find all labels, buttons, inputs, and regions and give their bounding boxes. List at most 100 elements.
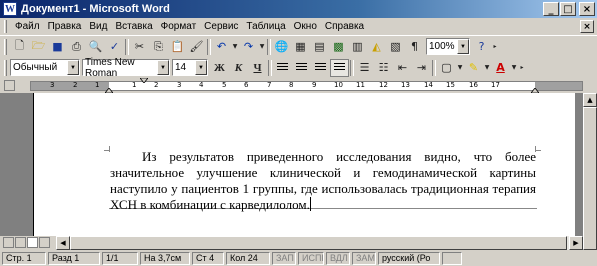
- menu-insert[interactable]: Вставка: [111, 19, 156, 34]
- insert-excel-icon[interactable]: ▩: [329, 38, 348, 56]
- help-icon[interactable]: ?: [472, 38, 491, 56]
- menu-window[interactable]: Окно: [290, 19, 321, 34]
- undo-icon[interactable]: ↶: [212, 38, 231, 56]
- menu-grip[interactable]: [4, 20, 7, 33]
- document-text[interactable]: Из результатов приведенного исследования…: [110, 149, 536, 213]
- minimize-button[interactable]: _: [543, 2, 559, 16]
- horizontal-scrollbar[interactable]: ◀ ▶: [56, 236, 583, 250]
- drawing-icon[interactable]: ◭: [367, 38, 386, 56]
- normal-view-icon[interactable]: [3, 237, 14, 248]
- new-document-icon[interactable]: 🗋: [10, 38, 29, 56]
- toolbar-grip[interactable]: [4, 38, 7, 55]
- ruler-number: 1: [132, 81, 137, 89]
- menu-table[interactable]: Таблица: [242, 19, 289, 34]
- align-center-icon[interactable]: [292, 59, 311, 77]
- increase-indent-icon[interactable]: ⇥: [412, 59, 431, 77]
- close-button[interactable]: ×: [579, 2, 595, 16]
- status-position: На 3,7см: [140, 252, 190, 265]
- ruler-number: 15: [446, 81, 455, 89]
- ruler-number: 6: [244, 81, 249, 89]
- font-color-icon[interactable]: А: [491, 59, 510, 77]
- horizontal-scroll-thumb[interactable]: [70, 236, 567, 250]
- window-title: Документ1 - Microsoft Word: [21, 3, 170, 15]
- menu-help[interactable]: Справка: [321, 19, 368, 34]
- spelling-status-icon[interactable]: [442, 252, 462, 265]
- scroll-right-icon[interactable]: ▶: [569, 236, 583, 250]
- menu-format[interactable]: Формат: [157, 19, 201, 34]
- status-trk[interactable]: ИСПР: [298, 252, 324, 265]
- status-ext[interactable]: ВДЛ: [326, 252, 350, 265]
- ruler-number: 3: [50, 81, 55, 89]
- document-map-icon[interactable]: ▧: [386, 38, 405, 56]
- justify-icon[interactable]: [330, 58, 349, 77]
- web-view-icon[interactable]: [15, 237, 26, 248]
- bold-button[interactable]: Ж: [210, 59, 229, 77]
- highlight-dropdown-icon[interactable]: ▼: [483, 59, 491, 77]
- align-left-icon[interactable]: [273, 59, 292, 77]
- highlight-icon[interactable]: ✎: [464, 59, 483, 77]
- zoom-select[interactable]: 100% ▼: [426, 38, 470, 55]
- borders-icon[interactable]: ▢: [437, 59, 456, 77]
- toolbar-grip[interactable]: [4, 59, 7, 76]
- tab-selector-icon[interactable]: [4, 80, 15, 91]
- maximize-button[interactable]: □: [560, 2, 576, 16]
- chevron-down-icon[interactable]: ▼: [195, 60, 207, 75]
- italic-button[interactable]: К: [229, 59, 248, 77]
- style-select[interactable]: Обычный ▼: [10, 59, 80, 76]
- status-rec[interactable]: ЗАП: [272, 252, 296, 265]
- scroll-thumb[interactable]: [583, 107, 597, 250]
- spelling-icon[interactable]: ✓: [105, 38, 124, 56]
- document-page[interactable]: Из результатов приведенного исследования…: [33, 93, 575, 236]
- menu-edit[interactable]: Правка: [44, 19, 86, 34]
- chevron-down-icon[interactable]: ▼: [67, 60, 79, 75]
- paste-icon[interactable]: 📋: [168, 38, 187, 56]
- save-icon[interactable]: ■: [48, 38, 67, 56]
- toolbar-options-icon[interactable]: ▸: [491, 38, 499, 56]
- chevron-down-icon[interactable]: ▼: [457, 39, 469, 54]
- vertical-scrollbar[interactable]: ▲: [583, 93, 597, 250]
- format-painter-icon[interactable]: 🖌: [187, 38, 206, 56]
- ruler-number: 3: [177, 81, 182, 89]
- menu-tools[interactable]: Сервис: [200, 19, 242, 34]
- menu-view[interactable]: Вид: [85, 19, 111, 34]
- columns-icon[interactable]: ▥: [348, 38, 367, 56]
- ruler-right-margin: [535, 82, 582, 90]
- outline-view-icon[interactable]: [39, 237, 50, 248]
- open-folder-icon[interactable]: 🗁: [29, 38, 48, 56]
- ruler-number: 10: [334, 81, 343, 89]
- status-page: Стр. 1: [2, 252, 46, 265]
- font-select[interactable]: Times New Roman ▼: [82, 57, 170, 79]
- decrease-indent-icon[interactable]: ⇤: [393, 59, 412, 77]
- print-icon[interactable]: ⎙: [67, 38, 86, 56]
- scroll-left-icon[interactable]: ◀: [56, 236, 70, 250]
- scroll-up-icon[interactable]: ▲: [583, 93, 597, 107]
- first-line-indent-marker[interactable]: [140, 78, 148, 83]
- word-app-icon[interactable]: W: [3, 2, 17, 16]
- print-layout-view-icon[interactable]: [27, 237, 38, 248]
- status-language[interactable]: русский (Ро: [378, 252, 440, 265]
- insert-table-icon[interactable]: ▤: [310, 38, 329, 56]
- status-section: Разд 1: [48, 252, 100, 265]
- tables-borders-icon[interactable]: ▦: [291, 38, 310, 56]
- menu-file[interactable]: Файл: [11, 19, 44, 34]
- numbering-icon[interactable]: ☰: [355, 59, 374, 77]
- underline-button[interactable]: Ч: [248, 59, 267, 77]
- chevron-down-icon[interactable]: ▼: [157, 60, 169, 75]
- font-size-select[interactable]: 14 ▼: [172, 59, 208, 76]
- copy-icon[interactable]: ⎘: [149, 38, 168, 56]
- redo-dropdown-icon[interactable]: ▼: [258, 38, 266, 56]
- status-ovr[interactable]: ЗАМ: [352, 252, 376, 265]
- undo-dropdown-icon[interactable]: ▼: [231, 38, 239, 56]
- hyperlink-icon[interactable]: 🌐: [272, 38, 291, 56]
- horizontal-ruler[interactable]: 3 2 1 1 2 3 4 5 6 7 8 9 10 11 12 13 14 1…: [0, 78, 597, 93]
- toolbar-options-icon[interactable]: ▸: [518, 59, 526, 77]
- show-hide-icon[interactable]: ¶: [405, 38, 424, 56]
- borders-dropdown-icon[interactable]: ▼: [456, 59, 464, 77]
- redo-icon[interactable]: ↷: [239, 38, 258, 56]
- bullets-icon[interactable]: ☷: [374, 59, 393, 77]
- cut-icon[interactable]: ✂: [130, 38, 149, 56]
- doc-close-button[interactable]: ×: [580, 20, 594, 33]
- align-right-icon[interactable]: [311, 59, 330, 77]
- font-color-dropdown-icon[interactable]: ▼: [510, 59, 518, 77]
- print-preview-icon[interactable]: 🔍: [86, 38, 105, 56]
